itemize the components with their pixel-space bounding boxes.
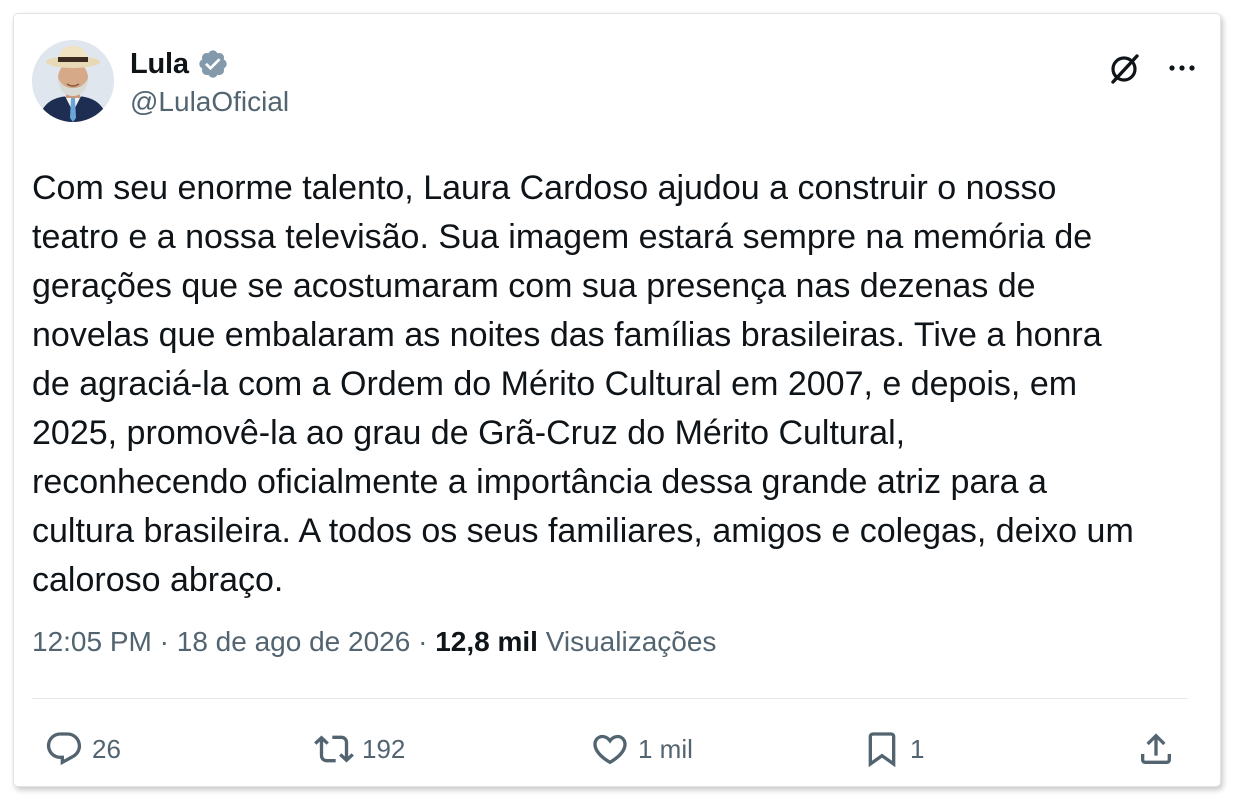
- repost-button[interactable]: 192: [314, 724, 405, 774]
- like-count: 1 mil: [638, 733, 693, 764]
- display-name[interactable]: Lula: [130, 48, 189, 81]
- divider: [32, 698, 1188, 699]
- reply-button[interactable]: 26: [44, 724, 121, 774]
- reply-count: 26: [92, 733, 121, 764]
- grok-icon[interactable]: [1104, 48, 1144, 88]
- tweet-meta: 12:05 PM · 18 de ago de 2026 · 12,8 mil …: [32, 626, 716, 658]
- bookmark-button[interactable]: 1: [862, 724, 924, 774]
- avatar-image: [32, 40, 114, 122]
- bookmark-icon: [862, 729, 902, 769]
- repost-count: 192: [362, 733, 406, 764]
- tweet-text: Com seu enorme talento, Laura Cardoso aj…: [32, 169, 1134, 599]
- share-icon: [1136, 729, 1176, 769]
- repost-icon: [314, 729, 354, 769]
- header-actions: [1104, 48, 1202, 88]
- tweet-header: Lula @LulaOficial: [32, 40, 1202, 124]
- like-button[interactable]: 1 mil: [590, 724, 693, 774]
- heart-icon: [590, 729, 630, 769]
- meta-separator: ·: [159, 626, 169, 657]
- author-info: Lula @LulaOficial: [130, 44, 289, 118]
- meta-separator-2: ·: [418, 626, 428, 657]
- reply-icon: [44, 729, 84, 769]
- avatar[interactable]: [32, 40, 114, 122]
- tweet-card: Lula @LulaOficial Com seu enorme talento…: [14, 14, 1220, 786]
- author-handle[interactable]: @LulaOficial: [130, 86, 289, 118]
- tweet-date[interactable]: 18 de ago de 2026: [177, 626, 411, 657]
- views-label: Visualizações: [545, 626, 717, 657]
- bookmark-count: 1: [910, 733, 925, 764]
- verified-badge-icon: [197, 48, 229, 80]
- more-icon[interactable]: [1144, 48, 1202, 88]
- name-row: Lula: [130, 44, 289, 84]
- share-button[interactable]: [1136, 724, 1176, 774]
- tweet-time[interactable]: 12:05 PM: [32, 626, 152, 657]
- views-count: 12,8 mil: [435, 626, 538, 657]
- action-bar: 26 192 1 mil 1: [14, 724, 1220, 774]
